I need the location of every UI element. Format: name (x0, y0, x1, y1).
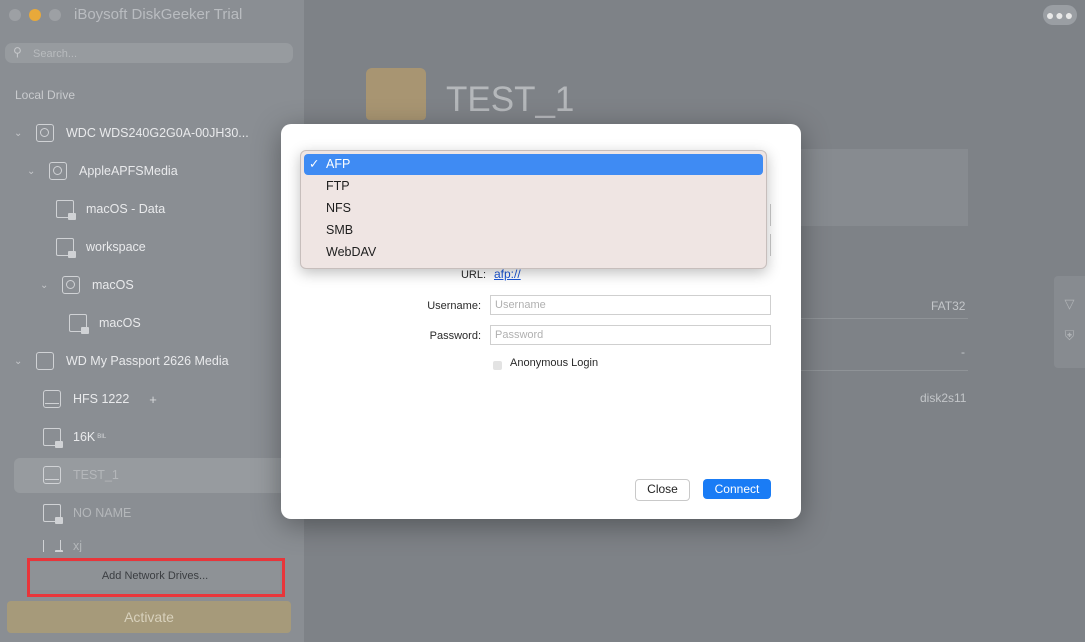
protocol-option-label: NFS (326, 201, 351, 215)
tree-item-label: AppleAPFSMedia (79, 164, 178, 178)
chevron-down-icon[interactable]: ⌄ (40, 280, 52, 291)
connect-button[interactable]: Connect (703, 479, 771, 499)
tree-item-badge: BIL (97, 434, 107, 440)
protocol-option-smb[interactable]: SMB (304, 220, 763, 241)
info-device-value: disk2s11 (920, 391, 967, 405)
tree-item-workspace[interactable]: workspace (56, 236, 146, 258)
usb-drive-icon (36, 352, 54, 370)
tree-item-apfs-media[interactable]: ⌄ AppleAPFSMedia (27, 160, 178, 182)
locked-volume-icon (56, 200, 76, 220)
tree-item-wdc-disk[interactable]: ⌄ WDC WDS240G2G0A-00JH30... (14, 122, 249, 144)
volume-icon (43, 390, 61, 408)
protocol-option-label: SMB (326, 223, 354, 237)
right-toolbar: ▽ ⛨ (1054, 276, 1085, 368)
tree-item-wd-passport[interactable]: ⌄ WD My Passport 2626 Media (14, 350, 229, 372)
tree-item-macos-data[interactable]: macOS - Data (56, 198, 165, 220)
tree-item-label: WD My Passport 2626 Media (66, 354, 229, 368)
plus-icon[interactable]: + (149, 392, 157, 407)
tree-item-label: 16K (73, 430, 96, 444)
window-maximize-button[interactable] (49, 9, 61, 21)
chevron-down-icon[interactable]: ⌄ (14, 356, 26, 367)
filter-icon[interactable]: ▽ (1062, 296, 1077, 311)
search-input[interactable] (31, 45, 285, 63)
tree-item-label: workspace (86, 240, 146, 254)
tree-item-label: xj (73, 540, 83, 552)
tree-item-label: macOS (99, 316, 141, 330)
locked-volume-icon (43, 504, 63, 524)
protocol-dropdown-menu[interactable]: ✓ AFP FTP NFS SMB WebDAV (300, 150, 767, 269)
url-label: URL: (460, 269, 486, 281)
info-panel (790, 149, 968, 226)
info-format-value: FAT32 (931, 299, 966, 313)
more-icon[interactable]: ●●● (1043, 5, 1077, 25)
dialog-field-edge (767, 204, 771, 226)
locked-volume-icon (69, 314, 89, 334)
anonymous-login-label: Anonymous Login (510, 357, 599, 369)
tree-item-label: WDC WDS240G2G0A-00JH30... (66, 126, 249, 140)
locked-volume-icon (56, 238, 76, 258)
volume-icon (43, 466, 61, 484)
password-label: Password: (429, 330, 481, 342)
protocol-option-label: AFP (326, 157, 351, 171)
activate-button[interactable]: Activate (7, 601, 291, 633)
tree-item-label: macOS - Data (86, 202, 166, 216)
protocol-option-nfs[interactable]: NFS (304, 198, 763, 219)
info-dash-value: - (961, 345, 965, 359)
tree-item-label: HFS 1222 (73, 392, 130, 406)
app-title: iBoysoft DiskGeeker Trial (74, 6, 243, 23)
tree-item-no-name[interactable]: NO NAME (43, 502, 131, 524)
section-label-local-drive: Local Drive (15, 88, 76, 102)
close-button[interactable]: Close (635, 479, 690, 501)
tree-item-label: macOS (92, 278, 134, 292)
password-input[interactable] (490, 325, 771, 345)
locked-volume-icon (43, 540, 63, 552)
tree-item-label: NO NAME (73, 506, 132, 520)
disk-icon (36, 124, 54, 142)
tree-item-16k[interactable]: 16K BIL (43, 426, 106, 448)
tree-item-macos-volume[interactable]: macOS (69, 312, 141, 334)
shield-plus-icon[interactable]: ⛨ (1062, 328, 1077, 343)
protocol-option-afp[interactable]: ✓ AFP (304, 154, 763, 175)
tree-item-xj[interactable]: xj (43, 540, 82, 552)
tree-item-test-1[interactable]: TEST_1 (43, 464, 119, 486)
tree-item-label: TEST_1 (73, 468, 119, 482)
drive-image (366, 68, 426, 120)
drive-title: TEST_1 (446, 80, 575, 119)
divider (800, 370, 968, 371)
container-icon (62, 276, 80, 294)
url-link[interactable]: afp:// (494, 267, 521, 281)
protocol-option-ftp[interactable]: FTP (304, 176, 763, 197)
protocol-option-webdav[interactable]: WebDAV (304, 242, 763, 263)
tree-item-hfs-1222[interactable]: HFS 1222 + (43, 388, 157, 410)
protocol-option-label: FTP (326, 179, 350, 193)
divider (800, 318, 968, 319)
window-close-button[interactable] (9, 9, 21, 21)
anonymous-login-checkbox[interactable] (493, 361, 502, 370)
checkmark-icon: ✓ (309, 157, 320, 171)
dialog-field-edge (767, 234, 771, 256)
username-label: Username: (427, 300, 481, 312)
container-icon (49, 162, 67, 180)
sidebar: iBoysoft DiskGeeker Trial ⚲ Local Drive … (0, 0, 304, 642)
window-minimize-button[interactable] (29, 9, 41, 21)
chevron-down-icon[interactable]: ⌄ (14, 128, 26, 139)
locked-volume-icon (43, 428, 63, 448)
search-field[interactable]: ⚲ (5, 43, 293, 63)
protocol-option-label: WebDAV (326, 245, 377, 259)
chevron-down-icon[interactable]: ⌄ (27, 166, 39, 177)
highlight-box (27, 558, 285, 597)
username-input[interactable] (490, 295, 771, 315)
search-icon: ⚲ (13, 45, 22, 59)
tree-item-macos-container[interactable]: ⌄ macOS (40, 274, 134, 296)
